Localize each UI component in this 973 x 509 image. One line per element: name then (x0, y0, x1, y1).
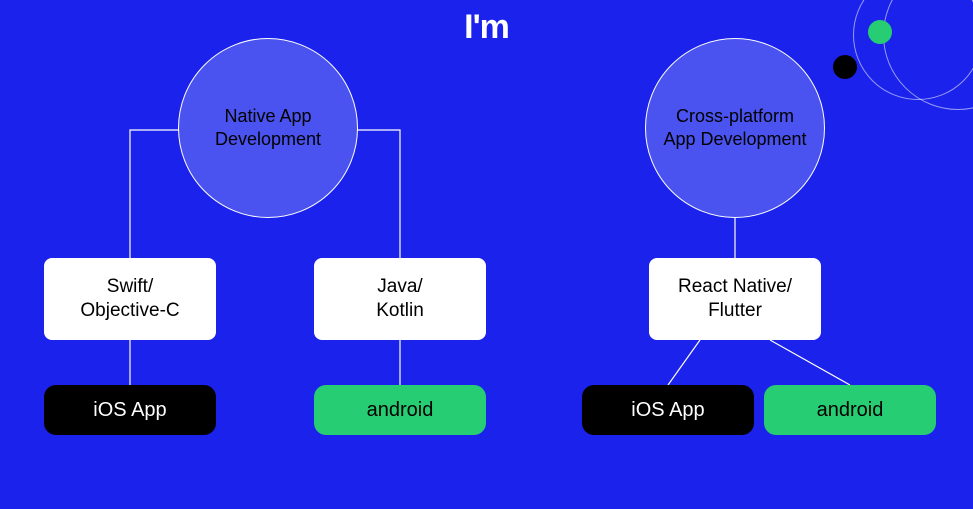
pill-label: android (817, 399, 884, 422)
swift-objc-node: Swift/Objective-C (44, 258, 216, 340)
android-pill-right: android (764, 385, 936, 435)
brand-logo: I'm (464, 8, 509, 47)
node-label: Cross-platformApp Development (663, 105, 806, 152)
pill-label: iOS App (93, 399, 166, 422)
node-label: Native AppDevelopment (215, 105, 321, 152)
node-label: Java/Kotlin (376, 275, 424, 323)
react-native-flutter-node: React Native/Flutter (649, 258, 821, 340)
android-pill-left: android (314, 385, 486, 435)
pill-label: android (367, 399, 434, 422)
java-kotlin-node: Java/Kotlin (314, 258, 486, 340)
node-label: React Native/Flutter (678, 275, 792, 323)
ios-app-pill-left: iOS App (44, 385, 216, 435)
native-app-dev-node: Native AppDevelopment (178, 38, 358, 218)
pill-label: iOS App (631, 399, 704, 422)
ios-app-pill-right: iOS App (582, 385, 754, 435)
node-label: Swift/Objective-C (80, 275, 179, 323)
cross-platform-dev-node: Cross-platformApp Development (645, 38, 825, 218)
decorative-circles (843, 0, 973, 140)
